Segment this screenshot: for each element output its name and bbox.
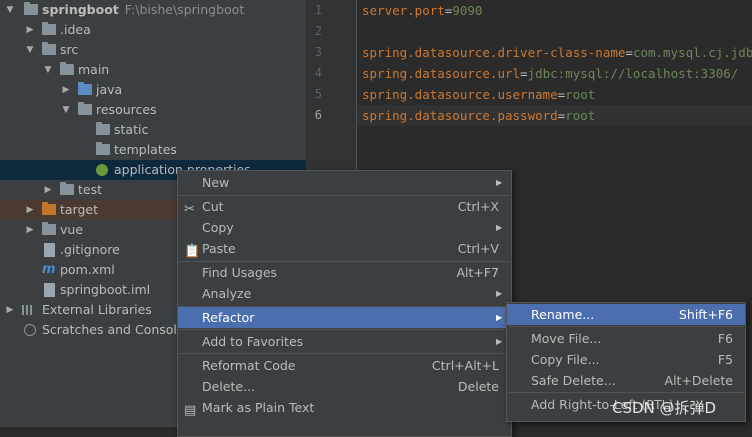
menu-item-copy[interactable]: Copy ▶ (178, 217, 511, 238)
submenu-arrow-icon: ▶ (496, 313, 503, 322)
code-line[interactable]: spring.datasource.password=root (362, 108, 595, 123)
scratches-icon (24, 324, 36, 336)
tree-item-label: springboot (42, 2, 119, 17)
line-number: 6 (314, 108, 322, 122)
tree-item-label: templates (114, 142, 177, 157)
folder-icon (60, 62, 74, 75)
tree-item-templates[interactable]: templates (0, 140, 306, 160)
tree-item-label: src (60, 42, 79, 57)
code-line[interactable]: spring.datasource.driver-class-name=com.… (362, 45, 752, 60)
tree-item-label: static (114, 122, 149, 137)
menu-item-new[interactable]: New ▶ (178, 172, 511, 193)
menu-separator (508, 326, 744, 327)
menu-separator (179, 353, 510, 354)
tree-item-label: resources (96, 102, 157, 117)
code-line[interactable]: spring.datasource.username=root (362, 87, 595, 102)
excluded-folder-icon (42, 202, 56, 215)
folder-icon (24, 2, 38, 15)
library-icon (22, 305, 34, 315)
tree-item-src[interactable]: ▼ src (0, 40, 306, 60)
file-icon (44, 283, 55, 297)
code-line[interactable]: spring.datasource.url=jdbc:mysql://local… (362, 66, 738, 81)
tree-item-label: .idea (60, 22, 91, 37)
menu-item-cut[interactable]: ✂ Cut Ctrl+X (178, 196, 511, 217)
tree-item-label: springboot.iml (60, 282, 151, 297)
menu-item-mark-as-plain-text[interactable]: ▤ Mark as Plain Text (178, 397, 511, 418)
plain-text-icon: ▤ (184, 403, 197, 418)
tree-item-java[interactable]: ▶ java (0, 80, 306, 100)
maven-icon: m (42, 262, 56, 277)
menu-item-copy-file[interactable]: Copy File... F5 (507, 349, 745, 370)
tree-item-label: java (96, 82, 123, 97)
tree-item-label: Scratches and Consoles (42, 322, 192, 337)
resources-folder-icon (78, 102, 92, 115)
code-line[interactable]: server.port=9090 (362, 3, 482, 18)
source-folder-icon (78, 82, 92, 95)
expand-right-icon[interactable]: ▶ (60, 80, 72, 100)
tree-item-idea[interactable]: ▶ .idea (0, 20, 306, 40)
expand-down-icon[interactable]: ▼ (42, 60, 54, 80)
tree-item-label: pom.xml (60, 262, 115, 277)
tree-item-main[interactable]: ▼ main (0, 60, 306, 80)
submenu-arrow-icon: ▶ (496, 337, 503, 346)
line-number: 3 (314, 45, 322, 59)
tree-item-resources[interactable]: ▼ resources (0, 100, 306, 120)
submenu-arrow-icon: ▶ (496, 178, 503, 187)
expand-right-icon[interactable]: ▶ (42, 180, 54, 200)
tree-item-label: test (78, 182, 103, 197)
clipboard-icon: 📋 (184, 244, 201, 259)
menu-item-reformat-code[interactable]: Reformat Code Ctrl+Alt+L (178, 355, 511, 376)
file-icon (44, 243, 55, 257)
submenu-arrow-icon: ▶ (496, 289, 503, 298)
tree-item-label: .gitignore (60, 242, 120, 257)
folder-icon (42, 42, 56, 55)
folder-icon (60, 182, 74, 195)
tree-item-label: target (60, 202, 99, 217)
menu-item-paste[interactable]: 📋 Paste Ctrl+V (178, 238, 511, 259)
tree-item-label: main (78, 62, 110, 77)
menu-item-add-to-favorites[interactable]: Add to Favorites ▶ (178, 331, 511, 352)
line-number: 1 (314, 3, 322, 17)
project-path: F:\bishe\springboot (124, 2, 245, 17)
line-number: 2 (314, 24, 322, 38)
expand-right-icon[interactable]: ▶ (24, 20, 36, 40)
folder-icon (96, 122, 110, 135)
menu-item-find-usages[interactable]: Find Usages Alt+F7 (178, 262, 511, 283)
menu-item-move-file[interactable]: Move File... F6 (507, 328, 745, 349)
tree-item-label: External Libraries (42, 302, 152, 317)
watermark: CSDN @拆弹D (612, 399, 717, 417)
expand-right-icon[interactable]: ▶ (24, 220, 36, 240)
menu-separator (179, 329, 510, 330)
menu-separator (508, 392, 744, 393)
expand-right-icon[interactable]: ▶ (24, 200, 36, 220)
submenu-arrow-icon: ▶ (496, 223, 503, 232)
folder-icon (42, 222, 56, 235)
tree-item-springboot[interactable]: ▼ springboot F:\bishe\springboot (0, 0, 306, 20)
menu-item-delete[interactable]: Delete... Delete (178, 376, 511, 397)
expand-down-icon[interactable]: ▼ (60, 100, 72, 120)
folder-icon (42, 22, 56, 35)
expand-down-icon[interactable]: ▼ (4, 0, 16, 20)
expand-down-icon[interactable]: ▼ (24, 40, 36, 60)
line-number: 5 (314, 87, 322, 101)
expand-right-icon[interactable]: ▶ (4, 300, 16, 320)
menu-item-safe-delete[interactable]: Safe Delete... Alt+Delete (507, 370, 745, 391)
menu-item-analyze[interactable]: Analyze ▶ (178, 283, 511, 304)
tree-item-static[interactable]: static (0, 120, 306, 140)
line-number: 4 (314, 66, 322, 80)
menu-item-refactor[interactable]: Refactor ▶ (178, 307, 511, 328)
context-menu: New ▶ ✂ Cut Ctrl+X Copy ▶ 📋 Paste Ctrl+V Fin… (177, 170, 512, 437)
folder-icon (96, 142, 110, 155)
tree-item-label: vue (60, 222, 84, 237)
menu-item-rename[interactable]: Rename... Shift+F6 (507, 304, 745, 325)
spring-properties-icon (96, 164, 108, 176)
